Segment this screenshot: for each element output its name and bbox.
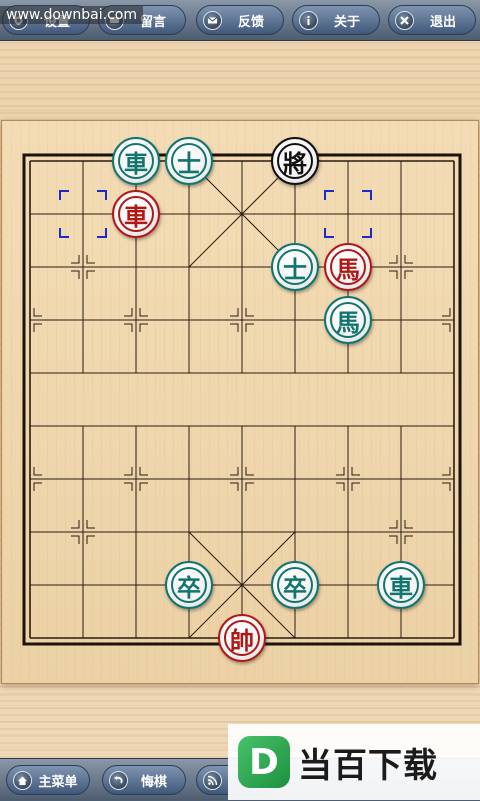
chess-board[interactable]: 車士將車士馬馬卒卒車帥 [1, 120, 479, 684]
position-mark [442, 467, 451, 476]
position-mark [389, 535, 398, 544]
position-mark [389, 270, 398, 279]
chess-piece[interactable]: 馬 [324, 243, 372, 291]
mail-icon [203, 11, 222, 30]
position-mark [245, 467, 254, 476]
position-mark [245, 482, 254, 491]
selection-marker [59, 190, 107, 238]
position-mark [389, 255, 398, 264]
about-button-label: 关于 [333, 14, 360, 30]
position-mark [86, 270, 95, 279]
message-button-label: 留言 [139, 14, 166, 30]
chess-piece[interactable]: 馬 [324, 296, 372, 344]
position-mark [404, 520, 413, 529]
position-mark [245, 323, 254, 332]
rss-icon [203, 771, 222, 790]
position-mark [124, 308, 133, 317]
position-mark [71, 520, 80, 529]
position-mark [230, 467, 239, 476]
position-mark [351, 467, 360, 476]
position-mark [86, 535, 95, 544]
undo-label: 悔棋 [140, 774, 167, 790]
position-mark [71, 535, 80, 544]
main-menu-label: 主菜单 [38, 774, 78, 790]
position-mark [139, 482, 148, 491]
chess-piece[interactable]: 士 [271, 243, 319, 291]
about-button[interactable]: 关于 [292, 5, 380, 35]
close-icon [395, 11, 414, 30]
logo-text: 当百下载 [298, 745, 438, 786]
position-mark [139, 323, 148, 332]
position-mark [86, 255, 95, 264]
position-mark [336, 482, 345, 491]
position-mark [33, 467, 42, 476]
info-icon [299, 11, 318, 30]
position-mark [389, 520, 398, 529]
position-mark [139, 308, 148, 317]
undo-icon [109, 771, 128, 790]
position-mark [33, 323, 42, 332]
top-toolbar: 设置 留言 反馈 关于 退出 www.downbai.com [0, 0, 480, 41]
chess-piece[interactable]: 車 [112, 190, 160, 238]
position-mark [230, 308, 239, 317]
position-mark [124, 467, 133, 476]
exit-button-label: 退出 [429, 14, 456, 30]
position-mark [442, 482, 451, 491]
position-mark [336, 467, 345, 476]
position-mark [442, 308, 451, 317]
chess-piece[interactable]: 帥 [218, 614, 266, 662]
position-mark [124, 323, 133, 332]
chess-piece[interactable]: 車 [112, 137, 160, 185]
exit-button[interactable]: 退出 [388, 5, 476, 35]
site-logo: D 当百下载 [228, 724, 480, 800]
chess-piece[interactable]: 將 [271, 137, 319, 185]
chess-piece[interactable]: 卒 [271, 561, 319, 609]
position-mark [351, 482, 360, 491]
position-mark [33, 482, 42, 491]
position-mark [230, 323, 239, 332]
chess-piece[interactable]: 士 [165, 137, 213, 185]
logo-mark: D [238, 736, 290, 788]
position-mark [86, 520, 95, 529]
position-mark [124, 482, 133, 491]
feedback-button[interactable]: 反馈 [196, 5, 284, 35]
position-mark [404, 270, 413, 279]
undo-button[interactable]: 悔棋 [102, 765, 186, 795]
main-menu-button[interactable]: 主菜单 [6, 765, 90, 795]
position-mark [404, 255, 413, 264]
position-mark [245, 308, 254, 317]
position-mark [404, 535, 413, 544]
position-mark [33, 308, 42, 317]
position-mark [230, 482, 239, 491]
position-mark [71, 255, 80, 264]
watermark: www.downbai.com [0, 6, 143, 24]
position-mark [442, 323, 451, 332]
feedback-button-label: 反馈 [237, 14, 264, 30]
position-mark [139, 467, 148, 476]
chess-piece[interactable]: 卒 [165, 561, 213, 609]
position-mark [71, 270, 80, 279]
home-icon [13, 771, 32, 790]
selection-marker [324, 190, 372, 238]
chess-piece[interactable]: 車 [377, 561, 425, 609]
